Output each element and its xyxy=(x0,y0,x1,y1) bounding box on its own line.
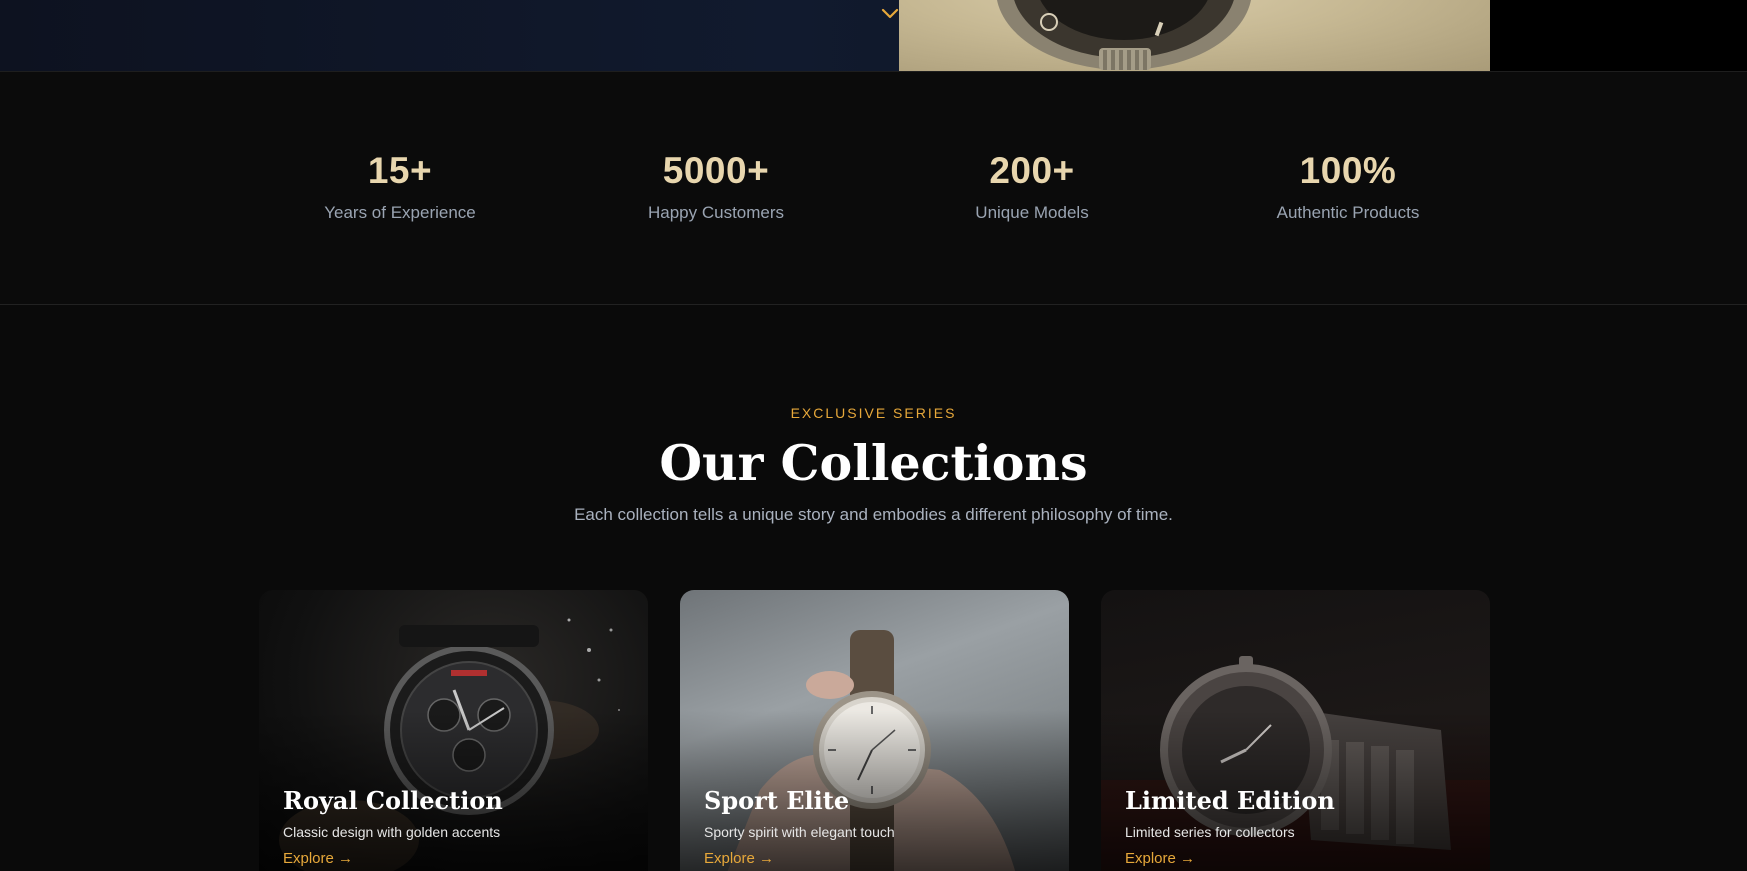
stat-label: Authentic Products xyxy=(1276,203,1420,222)
card-title: Sport Elite xyxy=(704,786,850,815)
card-title: Royal Collection xyxy=(283,786,503,815)
stat-label: Unique Models xyxy=(975,203,1089,222)
stat-item: 15+ Years of Experience xyxy=(270,152,530,223)
hero-section xyxy=(0,0,1747,72)
explore-link[interactable]: Explore → xyxy=(1125,850,1195,867)
collection-card-royal[interactable]: Royal Collection Classic design with gol… xyxy=(259,590,648,871)
card-title: Limited Edition xyxy=(1125,786,1335,815)
stat-label: Years of Experience xyxy=(324,203,476,222)
stat-item: 200+ Unique Models xyxy=(902,152,1162,223)
stat-label: Happy Customers xyxy=(647,203,785,222)
stat-item: 100% Authentic Products xyxy=(1218,152,1478,223)
section-title: Our Collections xyxy=(659,434,1088,492)
card-description: Sporty spirit with elegant touch xyxy=(704,824,895,840)
collection-card-limited[interactable]: Limited Edition Limited series for colle… xyxy=(1101,590,1490,871)
chevron-down-icon[interactable] xyxy=(881,6,899,20)
section-eyebrow: EXCLUSIVE SERIES xyxy=(790,405,957,421)
stats-section: 15+ Years of Experience 5000+ Happy Cust… xyxy=(0,72,1747,305)
explore-link[interactable]: Explore → xyxy=(283,850,353,867)
hero-right-panel xyxy=(1490,0,1747,71)
collection-card-sport[interactable]: Sport Elite Sporty spirit with elegant t… xyxy=(680,590,1069,871)
explore-link[interactable]: Explore → xyxy=(704,850,774,867)
hero-watch-image xyxy=(899,0,1491,71)
card-description: Limited series for collectors xyxy=(1125,824,1295,840)
card-description: Classic design with golden accents xyxy=(283,824,501,840)
stat-value: 200+ xyxy=(989,150,1075,191)
section-subtitle: Each collection tells a unique story and… xyxy=(574,505,1173,524)
stat-value: 15+ xyxy=(367,150,433,191)
stat-item: 5000+ Happy Customers xyxy=(586,152,846,223)
stat-value: 100% xyxy=(1299,150,1397,191)
collections-section: EXCLUSIVE SERIES Our Collections Each co… xyxy=(0,306,1747,871)
stat-value: 5000+ xyxy=(662,150,770,191)
